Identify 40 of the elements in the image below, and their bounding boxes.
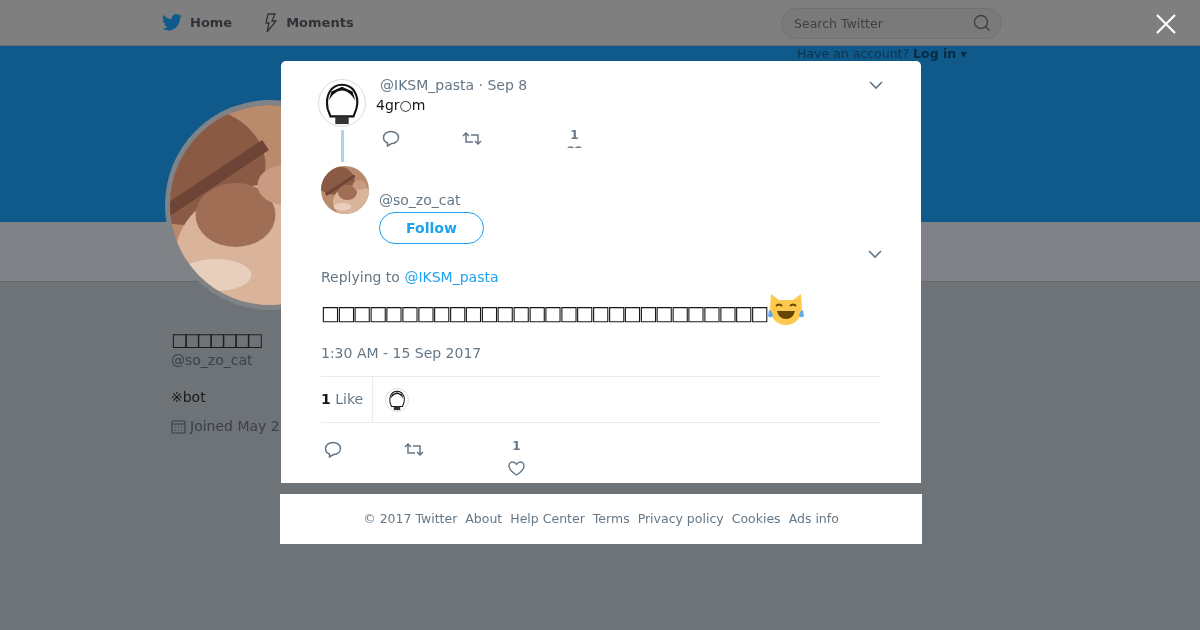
footer-link[interactable]: Ads info: [788, 509, 839, 529]
footer-link[interactable]: Help Center: [510, 509, 585, 529]
tweet-text: □□□□□□□□□□□□□□□□□□□□□□□□□□□□: [321, 303, 767, 323]
search-field[interactable]: Search Twitter: [781, 8, 1002, 39]
mention-link[interactable]: @IKSM_pasta: [404, 269, 499, 285]
chevron-down-icon[interactable]: [868, 250, 882, 259]
like-count: 1: [570, 127, 579, 144]
login-prompt: Have an account?: [797, 46, 910, 61]
avatar-drawing: [318, 79, 366, 127]
replying-label: Replying to: [321, 269, 400, 285]
lightning-icon: [264, 12, 279, 33]
profile-name: □□□□□□□: [171, 330, 259, 350]
tweet-text: 4gr○m: [376, 96, 427, 115]
footer-link[interactable]: Cookies: [731, 509, 781, 529]
user-handle: @so_zo_cat: [379, 191, 462, 210]
reply-icon[interactable]: [324, 441, 342, 458]
reply-icon[interactable]: [382, 130, 400, 147]
tweet-timestamp: 1:30 AM - 15 Sep 2017: [321, 344, 483, 363]
retweet-icon[interactable]: [462, 131, 482, 146]
like-count: 1: [512, 438, 521, 455]
footer-link[interactable]: About: [465, 509, 503, 529]
bird-icon: [162, 14, 182, 31]
calendar-icon: [171, 418, 186, 434]
search-icon[interactable]: [973, 14, 991, 32]
footer-link[interactable]: Terms: [592, 509, 630, 529]
chevron-down-icon[interactable]: [869, 81, 883, 90]
retweet-icon[interactable]: [404, 442, 424, 457]
nav-link[interactable]: Moments: [264, 12, 354, 33]
profile-bio: ※bot: [171, 387, 206, 407]
avatar-drawing: [385, 387, 409, 412]
nav-link[interactable]: Home: [162, 12, 233, 33]
footer-link[interactable]: Privacy policy: [637, 509, 724, 529]
heart-icon[interactable]: [508, 461, 525, 476]
copyright-text: © 2017 Twitter: [363, 509, 458, 528]
follow-button[interactable]: Follow: [379, 212, 484, 244]
likes-stat[interactable]: 1 Like: [321, 389, 364, 410]
close-icon[interactable]: [1156, 14, 1176, 34]
tweet-header: @IKSM_pasta · Sep 8: [380, 76, 528, 95]
laughing-cat-emoji-icon: [768, 292, 805, 326]
thread-line: [340, 130, 344, 162]
